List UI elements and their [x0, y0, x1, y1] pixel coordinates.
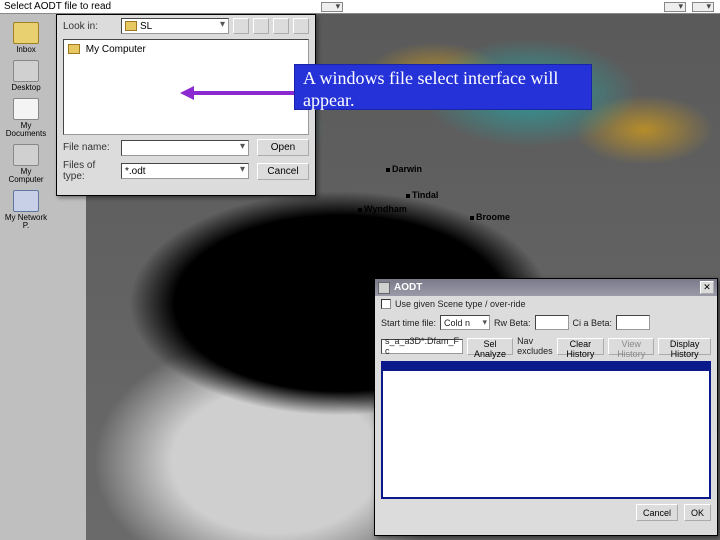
desktop-icon-label: My Documents	[4, 122, 48, 138]
cibeta-input[interactable]	[616, 315, 650, 330]
folder-icon	[68, 44, 80, 54]
filetype-select[interactable]: *.odt	[121, 163, 249, 179]
desktop-icon-label: My Computer	[4, 168, 48, 184]
aodt-panel: AODT ✕ Use given Scene type / over-ride …	[374, 278, 718, 536]
aodt-cancel-button[interactable]: Cancel	[636, 504, 678, 521]
up-button[interactable]	[253, 18, 269, 34]
desktop-glyph-icon	[13, 60, 39, 82]
rawbeta-input[interactable]	[535, 315, 569, 330]
lookin-select[interactable]: SL	[121, 18, 229, 34]
history-output	[381, 361, 711, 499]
clear-history-button[interactable]: Clear History	[557, 338, 605, 355]
cibeta-label: Ci a Beta:	[573, 318, 613, 328]
starttime-label: Start time file:	[381, 318, 436, 328]
run-id-field[interactable]: s_a_a3D*:Dfam_F c	[381, 339, 463, 354]
network-icon	[13, 190, 39, 212]
titlebar-dropdown-2[interactable]	[664, 2, 686, 12]
desktop-icon-column: Inbox Desktop My Documents My Computer M…	[4, 22, 54, 236]
open-button[interactable]: Open	[257, 139, 309, 156]
filename-input[interactable]	[121, 140, 249, 156]
annotation-callout: A windows file select interface will app…	[294, 64, 592, 110]
nav-exclude-label: Nav excludes	[517, 336, 553, 356]
folder-icon	[125, 21, 137, 31]
desktop-icon-desktop[interactable]: Desktop	[4, 60, 48, 92]
cancel-button[interactable]: Cancel	[257, 163, 309, 180]
list-item[interactable]: My Computer	[68, 44, 304, 55]
titlebar-dropdown-3[interactable]	[692, 2, 714, 12]
app-icon	[378, 282, 390, 294]
viewmode-button[interactable]	[293, 18, 309, 34]
display-history-button[interactable]: Display History	[658, 338, 711, 355]
sel-analyze-button[interactable]: Sel Analyze	[467, 338, 513, 355]
computer-icon	[13, 144, 39, 166]
back-button[interactable]	[233, 18, 249, 34]
file-open-dialog: Look in: SL My Computer File name: Open …	[56, 14, 316, 196]
close-icon[interactable]: ✕	[700, 281, 714, 294]
lookin-label: Look in:	[63, 21, 117, 32]
aodt-title: AODT	[394, 282, 422, 293]
map-city-label: Tindal	[406, 190, 438, 200]
map-city-label: Wyndham	[358, 204, 407, 214]
folder-icon	[13, 22, 39, 44]
desktop-icon-label: My Network P.	[4, 214, 48, 230]
desktop-icon-label: Inbox	[16, 46, 36, 54]
filename-label: File name:	[63, 142, 117, 153]
newfolder-button[interactable]	[273, 18, 289, 34]
desktop-icon-inbox[interactable]: Inbox	[4, 22, 48, 54]
titlebar-dropdown-1[interactable]	[321, 2, 343, 12]
desktop-icon-documents[interactable]: My Documents	[4, 98, 48, 138]
aodt-titlebar: AODT ✕	[375, 279, 717, 296]
list-item-label: My Computer	[86, 44, 146, 55]
aodt-ok-button[interactable]: OK	[684, 504, 711, 521]
lookin-value: SL	[140, 21, 152, 32]
desktop-icon-label: Desktop	[11, 84, 40, 92]
arrow-shaft	[192, 91, 298, 95]
map-city-label: Broome	[470, 212, 510, 222]
annotation-arrow	[180, 86, 298, 100]
documents-icon	[13, 98, 39, 120]
desktop-icon-computer[interactable]: My Computer	[4, 144, 48, 184]
rawbeta-label: Rw Beta:	[494, 318, 531, 328]
view-history-button[interactable]: View History	[608, 338, 654, 355]
app-title: Select AODT file to read	[0, 1, 111, 12]
app-titlebar: Select AODT file to read	[0, 0, 720, 14]
override-label: Use given Scene type / over-ride	[395, 299, 526, 309]
desktop-icon-network[interactable]: My Network P.	[4, 190, 48, 230]
override-checkbox[interactable]	[381, 299, 391, 309]
starttime-select[interactable]: Cold n	[440, 315, 490, 330]
map-city-label: Darwin	[386, 164, 422, 174]
filetype-label: Files of type:	[63, 160, 117, 182]
